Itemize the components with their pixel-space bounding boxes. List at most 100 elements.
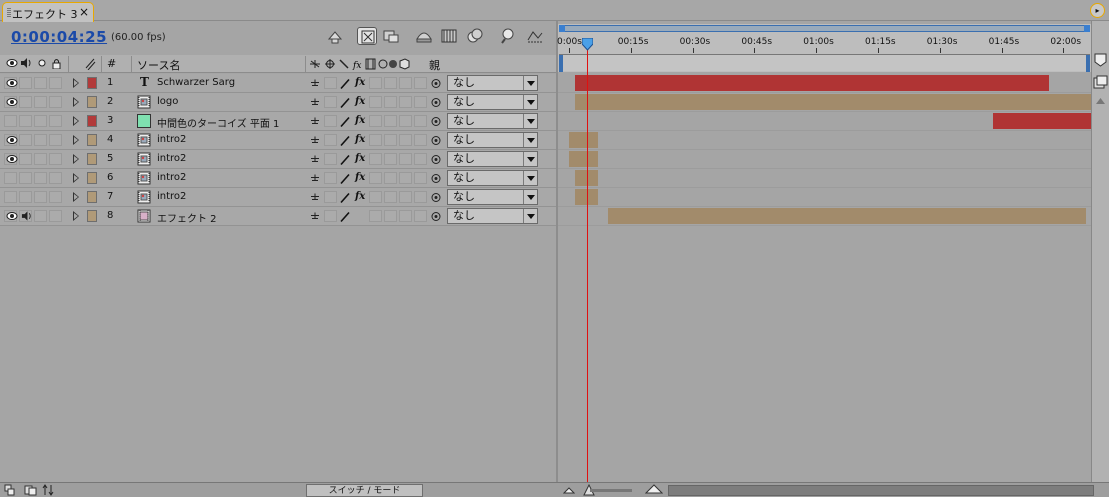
pick-whip-icon[interactable] <box>430 210 442 223</box>
solo-column-icon[interactable] <box>38 59 46 70</box>
layer-duration-bar-5[interactable] <box>569 151 598 167</box>
motion-blur-icon[interactable] <box>439 27 459 45</box>
adjustment-switch[interactable] <box>399 153 412 165</box>
effect-switch-icon[interactable]: fx <box>355 115 365 128</box>
time-navigator-bar[interactable] <box>559 25 1090 32</box>
collapse-switch[interactable] <box>324 172 337 184</box>
solo-switch[interactable] <box>34 115 47 127</box>
lock-switch[interactable] <box>49 172 62 184</box>
solo-switch[interactable] <box>34 96 47 108</box>
motion-blur-switch[interactable] <box>384 115 397 127</box>
source-name-header[interactable]: ソース名 <box>137 57 180 73</box>
pick-whip-icon[interactable] <box>430 134 442 147</box>
adjustment-switch[interactable] <box>399 191 412 203</box>
chevron-down-icon[interactable] <box>523 152 537 166</box>
motion-blur-switch[interactable] <box>384 134 397 146</box>
current-time-indicator-icon[interactable] <box>582 38 594 51</box>
effect-switch-icon[interactable]: fx <box>355 96 365 109</box>
parent-dropdown[interactable]: なし <box>447 208 538 224</box>
video-switch[interactable] <box>4 191 17 203</box>
pick-whip-icon[interactable] <box>430 115 442 128</box>
label-color-swatch[interactable] <box>87 134 97 146</box>
audio-column-icon[interactable] <box>20 58 33 71</box>
quality-switch-icon[interactable] <box>339 153 351 166</box>
3d-switch[interactable] <box>414 172 427 184</box>
motion-blur-switch[interactable] <box>384 210 397 222</box>
motion-blur-switch[interactable] <box>384 172 397 184</box>
expand-triangle-icon[interactable] <box>73 78 79 88</box>
layer-row-5[interactable]: 5 intro2 fx なし <box>0 150 556 169</box>
layer-name[interactable]: intro2 <box>157 172 186 183</box>
shy-switch-icon[interactable] <box>309 191 321 204</box>
collapse-switch[interactable] <box>324 210 337 222</box>
work-area-start[interactable] <box>559 55 563 72</box>
chevron-down-icon[interactable] <box>523 114 537 128</box>
label-color-swatch[interactable] <box>87 115 97 127</box>
auto-keyframe-icon[interactable] <box>525 27 545 45</box>
frame-blend-switch[interactable] <box>369 210 382 222</box>
collapse-switch[interactable] <box>324 115 337 127</box>
layer-row-2[interactable]: 2 logo fx なし <box>0 93 556 112</box>
expand-triangle-icon[interactable] <box>73 116 79 126</box>
current-time-display[interactable]: 0:00:04:25 <box>11 28 107 46</box>
eye-icon[interactable] <box>6 97 18 107</box>
audio-switch[interactable] <box>19 153 32 165</box>
3d-switch[interactable] <box>414 77 427 89</box>
effect-switch-icon[interactable]: fx <box>355 77 365 90</box>
expand-triangle-icon[interactable] <box>73 97 79 107</box>
pick-whip-icon[interactable] <box>430 77 442 90</box>
close-icon[interactable]: × <box>79 5 89 19</box>
parent-dropdown[interactable]: なし <box>447 151 538 167</box>
adjustment-switch[interactable] <box>399 115 412 127</box>
solo-switch[interactable] <box>34 172 47 184</box>
3d-switch[interactable] <box>414 153 427 165</box>
quality-switch-icon[interactable] <box>339 96 351 109</box>
lock-switch[interactable] <box>49 191 62 203</box>
layer-duration-bar-8[interactable] <box>608 208 1087 224</box>
expand-triangle-icon[interactable] <box>73 135 79 145</box>
expand-triangle-icon[interactable] <box>73 211 79 221</box>
pick-whip-icon[interactable] <box>430 96 442 109</box>
draft-3d-icon[interactable] <box>357 27 377 45</box>
current-time-indicator-line[interactable] <box>587 40 589 482</box>
motion-blur-switch[interactable] <box>384 153 397 165</box>
scroll-up-arrow-icon[interactable] <box>1095 97 1106 108</box>
collapse-switch[interactable] <box>324 153 337 165</box>
label-color-swatch[interactable] <box>87 172 97 184</box>
audio-switch[interactable] <box>19 191 32 203</box>
shy-switch-icon[interactable] <box>309 96 321 109</box>
panel-divider[interactable] <box>556 21 558 482</box>
3d-switch[interactable] <box>414 210 427 222</box>
eye-column-icon[interactable] <box>6 58 18 71</box>
graph-editor-icon[interactable] <box>498 27 518 45</box>
chevron-down-icon[interactable] <box>523 190 537 204</box>
layer-duration-bar-4[interactable] <box>569 132 598 148</box>
quality-switch-icon[interactable] <box>339 77 351 90</box>
motion-blur-switch[interactable] <box>384 77 397 89</box>
collapse-switch[interactable] <box>324 191 337 203</box>
audio-switch[interactable] <box>19 134 32 146</box>
layer-row-8[interactable]: 8 エフェクト 2 なし <box>0 207 556 226</box>
lock-switch[interactable] <box>49 77 62 89</box>
layer-row-1[interactable]: 1 T Schwarzer Sarg fx なし <box>0 74 556 93</box>
layer-name[interactable]: intro2 <box>157 153 186 164</box>
navigator-end-handle[interactable] <box>1084 25 1090 32</box>
speaker-icon[interactable] <box>21 211 33 221</box>
audio-switch[interactable] <box>19 96 32 108</box>
frame-blend-switch[interactable] <box>369 115 382 127</box>
frame-blend-switch[interactable] <box>369 153 382 165</box>
layer-name[interactable]: intro2 <box>157 134 186 145</box>
layer-row-7[interactable]: 7 intro2 fx なし <box>0 188 556 207</box>
tab-comp-effect-3[interactable]: エフェクト 3 × <box>2 2 94 22</box>
chevron-down-icon[interactable] <box>523 76 537 90</box>
switches-modes-toggle-button[interactable]: スイッチ / モード <box>306 484 423 497</box>
adjustment-switch[interactable] <box>399 96 412 108</box>
layer-row-3[interactable]: 3 中間色のターコイズ 平面 1 fx なし <box>0 112 556 131</box>
eye-icon[interactable] <box>6 135 18 145</box>
label-color-swatch[interactable] <box>87 77 97 89</box>
hide-shy-layers-icon[interactable] <box>381 27 401 45</box>
quality-switch-icon[interactable] <box>339 210 351 223</box>
layer-duration-bar-3[interactable] <box>993 113 1091 129</box>
lock-column-icon[interactable] <box>52 58 61 72</box>
effect-switch-icon[interactable]: fx <box>355 172 365 185</box>
